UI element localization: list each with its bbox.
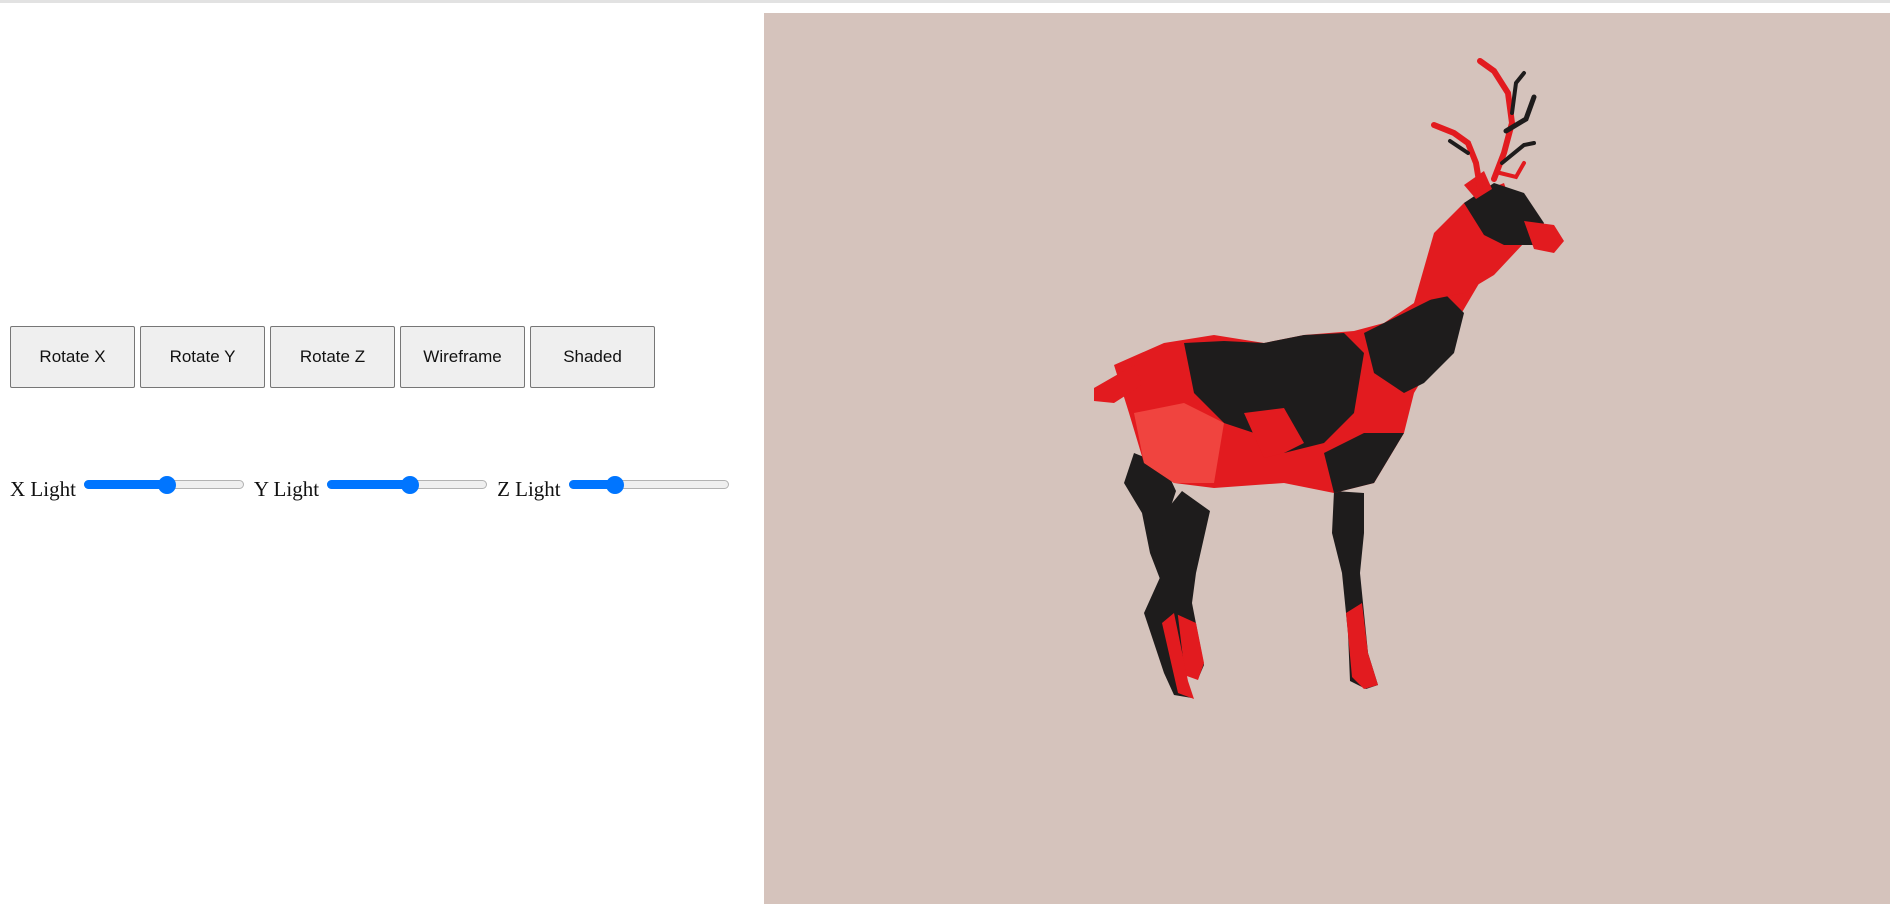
right-antler-tine-4 (1498, 161, 1526, 180)
x-light-label: X Light (10, 476, 76, 501)
y-light-label: Y Light (253, 476, 320, 501)
right-antler-tine-2 (1510, 71, 1526, 115)
deer-snout (1524, 221, 1564, 253)
render-viewport[interactable] (764, 13, 1890, 904)
x-light-thumb[interactable] (158, 476, 177, 494)
rotate-z-button[interactable]: Rotate Z (270, 326, 395, 388)
light-controls: X Light Y Light Z Light (10, 470, 739, 501)
x-light-slider[interactable] (83, 474, 244, 496)
wireframe-button[interactable]: Wireframe (400, 326, 525, 388)
x-light-fill (83, 480, 168, 489)
deer-model (1094, 58, 1564, 699)
y-light-slider[interactable] (327, 474, 488, 496)
rotate-x-button[interactable]: Rotate X (10, 326, 135, 388)
z-light-slider[interactable] (568, 474, 729, 496)
y-light-fill (327, 480, 411, 489)
controls-panel: Rotate X Rotate Y Rotate Z Wireframe Sha… (0, 0, 764, 904)
z-light-thumb[interactable] (606, 476, 625, 494)
left-antler (1431, 122, 1483, 190)
deer-model-graphic (1094, 58, 1564, 699)
rotate-y-button[interactable]: Rotate Y (140, 326, 265, 388)
toolbar: Rotate X Rotate Y Rotate Z Wireframe Sha… (10, 326, 655, 388)
z-light-label: Z Light (497, 476, 561, 501)
y-light-thumb[interactable] (401, 476, 420, 494)
shaded-button[interactable]: Shaded (530, 326, 655, 388)
